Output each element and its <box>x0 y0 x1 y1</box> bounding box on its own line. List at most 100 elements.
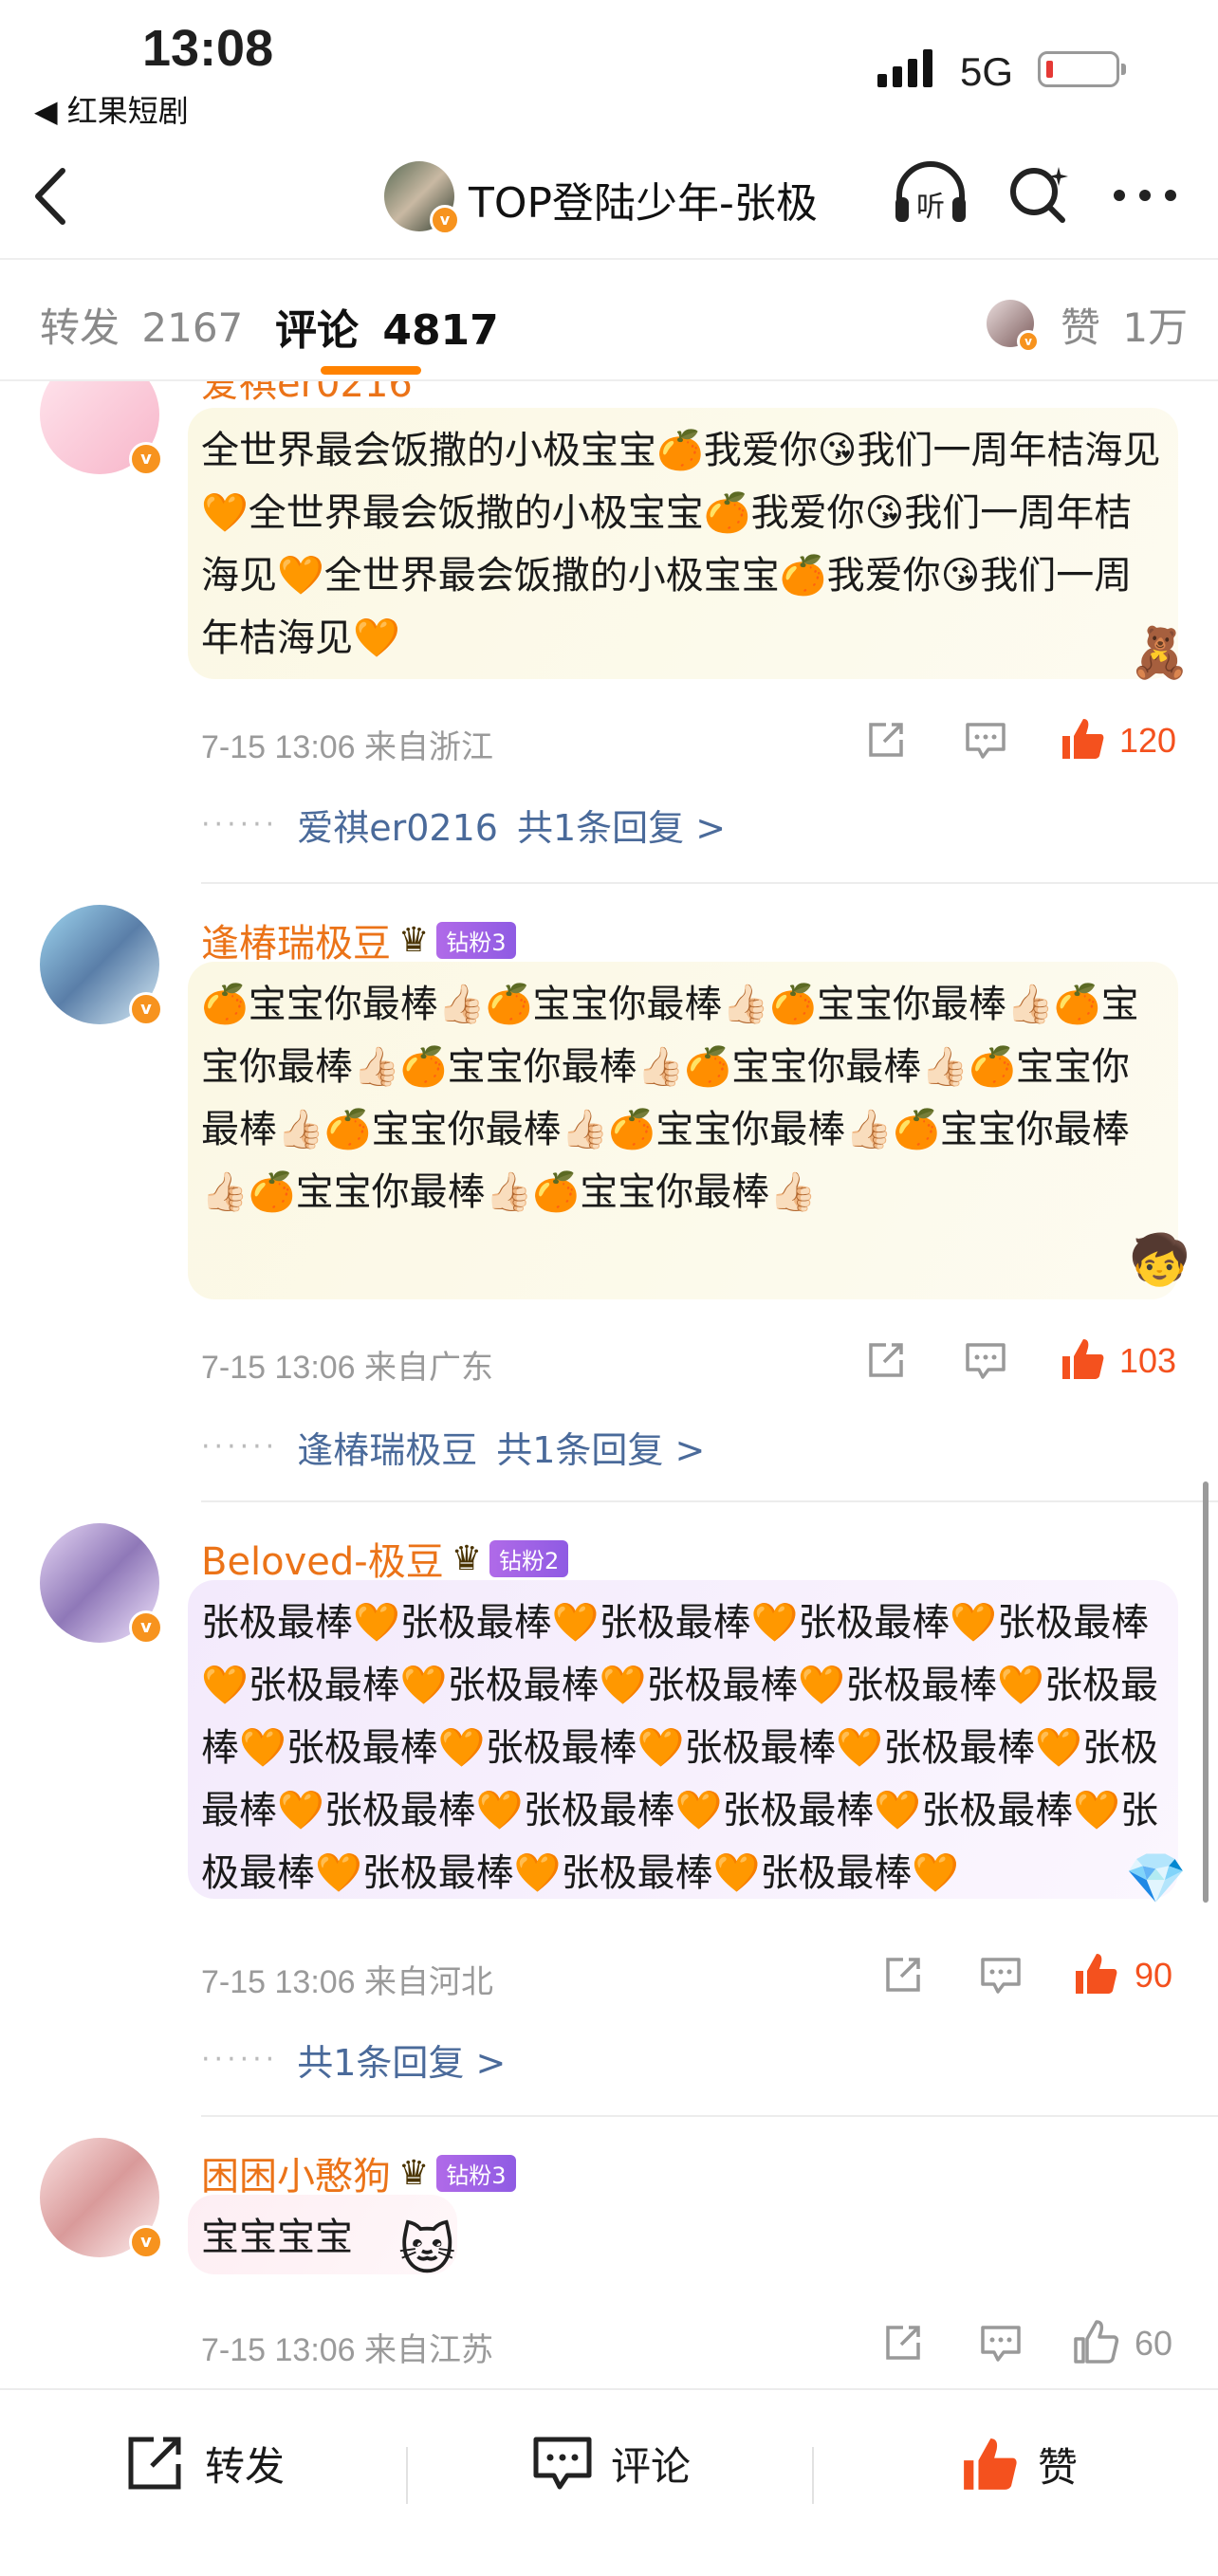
tab-repost-count: 2167 <box>141 304 244 351</box>
headphone-listen-icon[interactable]: 听 <box>892 159 969 226</box>
like-icon[interactable] <box>1059 715 1106 763</box>
diamond-icon: 💎 <box>1125 1850 1187 1907</box>
verified-badge-icon: v <box>1017 330 1040 353</box>
like-label: 赞 <box>1038 2443 1079 2491</box>
comment-text: 全世界最会饭撒的小极宝宝🍊我爱你😘我们一周年桔海见🧡全世界最会饭撒的小极宝宝🍊我… <box>188 408 1178 679</box>
comment-header: 逢椿瑞极豆 ♛ 钻粉3 <box>201 912 516 967</box>
active-tab-indicator <box>321 366 421 375</box>
share-icon[interactable] <box>882 1954 924 1996</box>
tab-bar: 转发 2167 评论 4817 v 赞 1万 <box>0 258 1218 381</box>
status-bar: 13:08 ◀ 红果短剧 5G <box>0 0 1218 142</box>
tab-like-label: 赞 <box>1061 304 1101 351</box>
listen-label: 听 <box>916 191 945 224</box>
reply-icon[interactable] <box>979 1954 1023 1997</box>
commenter-avatar[interactable]: v <box>40 905 163 1026</box>
like-count: 60 <box>1135 2324 1173 2363</box>
fan-level-badge: 钻粉3 <box>436 2154 516 2192</box>
share-icon[interactable] <box>865 719 907 761</box>
commenter-avatar[interactable]: v <box>40 2138 163 2259</box>
comment-divider <box>201 1500 1218 1502</box>
reply-icon[interactable] <box>964 719 1007 763</box>
commenter-avatar[interactable]: v <box>40 1523 163 1645</box>
comment-text: 🍊宝宝你最棒👍🏻🍊宝宝你最棒👍🏻🍊宝宝你最棒👍🏻🍊宝宝你最棒👍🏻🍊宝宝你最棒👍🏻… <box>188 962 1178 1299</box>
comment-divider <box>201 882 1218 884</box>
sticker-avatar-icon: 🧸 <box>1129 625 1190 682</box>
back-arrow-icon[interactable] <box>28 163 76 230</box>
network-type: 5G <box>960 49 1014 94</box>
crown-icon: ♛ <box>451 1538 483 1578</box>
comment-label: 评论 <box>611 2442 692 2490</box>
comment-icon <box>533 2437 592 2490</box>
reply-dots: ······ <box>201 808 279 841</box>
share-icon[interactable] <box>865 1339 907 1381</box>
comment-divider <box>201 2115 1218 2117</box>
tab-like-count: 1万 <box>1122 304 1189 351</box>
repost-label: 转发 <box>205 2442 286 2490</box>
fan-level-badge: 钻粉2 <box>489 1539 569 1577</box>
like-count: 103 <box>1119 1341 1177 1380</box>
reply-count: 共1条回复 > <box>297 2042 507 2084</box>
tab-like[interactable]: 赞 1万 <box>1061 296 1188 354</box>
commenter-name[interactable]: 爱祺er0216 <box>201 381 413 408</box>
verified-badge-icon: v <box>129 442 163 476</box>
separator <box>812 2447 814 2504</box>
more-icon[interactable] <box>1112 186 1178 205</box>
verified-badge-icon: v <box>129 2225 163 2259</box>
status-time: 13:08 <box>142 20 274 77</box>
comment-list: v 爱祺er0216 全世界最会饭撒的小极宝宝🍊我爱你😘我们一周年桔海见🧡全世界… <box>0 381 1218 2388</box>
separator <box>406 2447 408 2504</box>
share-icon[interactable] <box>882 2322 924 2364</box>
comment-header: Beloved-极豆 ♛ 钻粉2 <box>201 1531 569 1586</box>
comment-meta: 7-15 13:06 来自广东 <box>201 1350 494 1386</box>
commenter-avatar[interactable]: v <box>40 381 163 476</box>
like-icon[interactable] <box>1059 1335 1106 1383</box>
comment-button[interactable]: 评论 <box>531 2434 691 2493</box>
liker-avatar: v <box>987 300 1040 353</box>
sticker-avatar-icon: 🧒 <box>1129 1232 1190 1289</box>
comment-header: 困困小憨狗 ♛ 钻粉3 <box>201 2145 516 2200</box>
back-to-app-link[interactable]: ◀ 红果短剧 <box>34 87 189 131</box>
reply-dots: ······ <box>201 2043 279 2076</box>
signal-icon <box>877 49 932 87</box>
comment-text: 张极最棒🧡张极最棒🧡张极最棒🧡张极最棒🧡张极最棒🧡张极最棒🧡张极最棒🧡张极最棒🧡… <box>188 1580 1178 1899</box>
author-avatar[interactable]: v <box>384 161 460 235</box>
crown-icon: ♛ <box>398 2153 430 2193</box>
repost-icon <box>128 2437 181 2490</box>
battery-icon <box>1038 51 1126 87</box>
reply-icon[interactable] <box>964 1339 1007 1383</box>
like-count: 90 <box>1135 1956 1173 1995</box>
tab-comment[interactable]: 评论 4817 <box>275 296 499 357</box>
commenter-name[interactable]: 逢椿瑞极豆 <box>201 912 391 967</box>
like-icon[interactable] <box>1072 2318 1119 2365</box>
verified-badge-icon: v <box>129 992 163 1026</box>
cat-sticker-icon: 🐱 <box>398 2217 456 2282</box>
tab-repost[interactable]: 转发 2167 <box>40 296 243 354</box>
comment-meta: 7-15 13:06 来自江苏 <box>201 2332 494 2368</box>
comment-meta: 7-15 13:06 来自浙江 <box>201 729 494 765</box>
reply-user: 爱祺er0216 <box>297 807 498 849</box>
reply-count: 共1条回复 > <box>496 1429 706 1471</box>
tab-comment-count: 4817 <box>382 306 499 355</box>
commenter-name[interactable]: Beloved-极豆 <box>201 1531 444 1586</box>
like-count: 120 <box>1119 721 1177 760</box>
view-replies-link[interactable]: ······ 爱祺er0216 共1条回复 > <box>201 799 726 851</box>
page-title[interactable]: TOP登陆少年-张极 <box>469 169 818 230</box>
like-icon[interactable] <box>1072 1950 1119 1997</box>
reply-user: 逢椿瑞极豆 <box>297 1429 478 1471</box>
view-replies-link[interactable]: ······ 共1条回复 > <box>201 2033 506 2086</box>
repost-button[interactable]: 转发 <box>125 2434 285 2493</box>
bottom-action-bar: 转发 评论 赞 <box>0 2388 1218 2576</box>
reply-icon[interactable] <box>979 2322 1023 2365</box>
tab-repost-label: 转发 <box>40 304 120 351</box>
verified-badge-icon: v <box>430 205 460 235</box>
crown-icon: ♛ <box>398 920 430 960</box>
tab-comment-label: 评论 <box>275 306 359 355</box>
commenter-name[interactable]: 困困小憨狗 <box>201 2145 391 2200</box>
reply-dots: ······ <box>201 1430 279 1463</box>
like-button[interactable]: 赞 <box>958 2434 1078 2494</box>
view-replies-link[interactable]: ······ 逢椿瑞极豆 共1条回复 > <box>201 1421 705 1473</box>
fan-level-badge: 钻粉3 <box>436 921 516 959</box>
verified-badge-icon: v <box>129 1610 163 1645</box>
search-icon[interactable] <box>1006 161 1072 228</box>
scrollbar[interactable] <box>1203 1481 1209 1903</box>
